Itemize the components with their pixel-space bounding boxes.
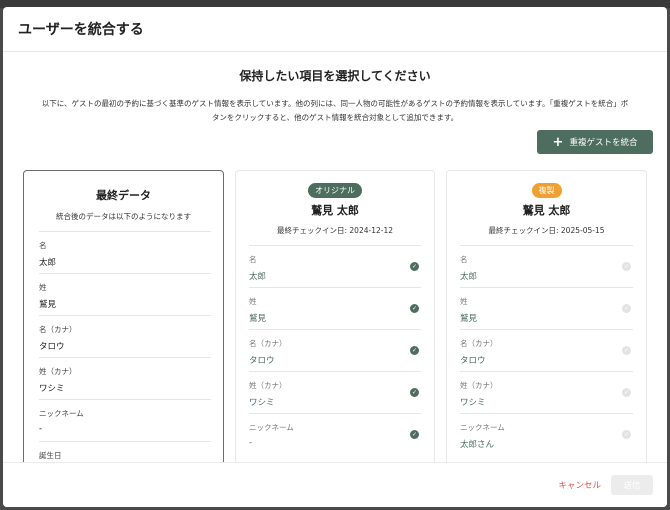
original-guest-name: 鷲見 太郎: [311, 204, 359, 217]
field-label: 姓: [39, 283, 47, 292]
submit-button[interactable]: 送信: [611, 475, 653, 495]
duplicate-column-header: 複製 鷲見 太郎 最終チェックイン日: 2025-05-15: [447, 171, 646, 236]
description: 以下に、ゲストの最初の予約に基づく基準のゲスト情報を表示しています。他の列には、…: [21, 97, 649, 125]
field-value: ワシミ: [39, 384, 65, 394]
original-guest-column: オリジナル 鷲見 太郎 最終チェックイン日: 2024-12-12 名 太郎 ✓…: [235, 170, 435, 462]
columns-container: 最終データ 統合後のデータは以下のようになります 名 太郎 姓 鷲見 名（カナ）…: [23, 170, 667, 462]
check-circle-icon[interactable]: ✓: [410, 304, 419, 313]
description-line-1: 以下に、ゲストの最初の予約に基づく基準のゲスト情報を表示しています。他の列には、…: [41, 99, 629, 108]
field-label: 姓: [460, 297, 468, 306]
merge-button-label: 重複ゲストを統合: [569, 138, 638, 148]
check-circle-icon[interactable]: ✓: [622, 430, 631, 439]
field-label: 姓（カナ）: [460, 381, 498, 390]
field-label: 誕生日: [39, 451, 62, 460]
field-label: 姓（カナ）: [249, 381, 287, 390]
field-label: ニックネーム: [39, 409, 84, 418]
final-field-first-name-kana: 名（カナ） タロウ: [39, 315, 211, 357]
final-field-birthday: 誕生日: [39, 441, 211, 462]
duplicate-field-nickname[interactable]: ニックネーム 太郎さん ✓: [460, 413, 633, 455]
field-label: 名（カナ）: [249, 339, 287, 348]
final-field-first-name: 名 太郎: [39, 231, 211, 273]
final-field-nickname: ニックネーム -: [39, 399, 211, 441]
check-circle-icon[interactable]: ✓: [410, 388, 419, 397]
check-circle-icon[interactable]: ✓: [410, 430, 419, 439]
original-badge: オリジナル: [308, 183, 362, 198]
duplicate-field-first-name-kana[interactable]: 名（カナ） タロウ ✓: [460, 329, 633, 371]
original-column-header: オリジナル 鷲見 太郎 最終チェックイン日: 2024-12-12: [236, 171, 434, 236]
original-field-last-name-kana[interactable]: 姓（カナ） ワシミ ✓: [249, 371, 421, 413]
check-circle-icon[interactable]: ✓: [410, 346, 419, 355]
merge-duplicate-guests-button[interactable]: + 重複ゲストを統合: [537, 130, 653, 154]
field-value: 鷲見: [460, 314, 478, 324]
field-value: 太郎さん: [460, 440, 495, 450]
check-circle-icon[interactable]: ✓: [410, 262, 419, 271]
duplicate-badge: 複製: [531, 183, 562, 198]
field-label: 名: [460, 255, 468, 264]
original-field-nickname[interactable]: ニックネーム - ✓: [249, 413, 421, 455]
final-column-subtitle: 統合後のデータは以下のようになります: [56, 212, 191, 221]
section-title: 保持したい項目を選択してください: [239, 69, 431, 83]
duplicate-guest-name: 鷲見 太郎: [522, 204, 571, 217]
field-value: ワシミ: [249, 398, 275, 408]
field-value: 鷲見: [249, 314, 267, 324]
duplicate-field-last-name[interactable]: 姓 鷲見 ✓: [460, 287, 633, 329]
final-column-title: 最終データ: [96, 189, 151, 202]
plus-icon: +: [552, 134, 564, 150]
field-value: タロウ: [460, 356, 486, 366]
field-label: 名: [39, 241, 47, 250]
cancel-button[interactable]: キャンセル: [558, 479, 601, 491]
check-circle-icon[interactable]: ✓: [622, 346, 631, 355]
check-circle-icon[interactable]: ✓: [622, 262, 631, 271]
modal-title: ユーザーを統合する: [18, 22, 144, 38]
duplicate-guest-column: 複製 鷲見 太郎 最終チェックイン日: 2025-05-15 名 太郎 ✓ 姓 …: [446, 170, 647, 462]
field-label: ニックネーム: [249, 423, 294, 432]
field-label: 姓（カナ）: [39, 367, 77, 376]
field-label: ニックネーム: [460, 423, 505, 432]
modal-header: ユーザーを統合する: [3, 7, 667, 52]
field-value: 鷲見: [39, 300, 57, 310]
field-value: 太郎: [460, 272, 478, 282]
field-label: 名（カナ）: [460, 339, 498, 348]
original-field-last-name[interactable]: 姓 鷲見 ✓: [249, 287, 421, 329]
field-value: -: [249, 438, 253, 448]
field-label: 名: [249, 255, 257, 264]
merge-users-modal: ユーザーを統合する 保持したい項目を選択してください 以下に、ゲストの最初の予約…: [3, 7, 667, 507]
final-field-last-name: 姓 鷲見: [39, 273, 211, 315]
field-value: -: [39, 424, 43, 434]
field-value: 太郎: [39, 258, 57, 268]
duplicate-field-last-name-kana[interactable]: 姓（カナ） ワシミ ✓: [460, 371, 633, 413]
field-label: 姓: [249, 297, 257, 306]
field-value: タロウ: [249, 356, 275, 366]
field-value: ワシミ: [460, 398, 486, 408]
final-column-header: 最終データ 統合後のデータは以下のようになります: [24, 187, 223, 222]
duplicate-last-checkin: 最終チェックイン日: 2025-05-15: [488, 226, 605, 235]
original-field-first-name[interactable]: 名 太郎 ✓: [249, 245, 421, 287]
duplicate-field-first-name[interactable]: 名 太郎 ✓: [460, 245, 633, 287]
check-circle-icon[interactable]: ✓: [622, 304, 631, 313]
final-data-column: 最終データ 統合後のデータは以下のようになります 名 太郎 姓 鷲見 名（カナ）…: [23, 170, 224, 462]
field-label: 名（カナ）: [39, 325, 77, 334]
field-value: タロウ: [39, 342, 65, 352]
field-value: 太郎: [249, 272, 267, 282]
original-field-first-name-kana[interactable]: 名（カナ） タロウ ✓: [249, 329, 421, 371]
modal-body[interactable]: 保持したい項目を選択してください 以下に、ゲストの最初の予約に基づく基準のゲスト…: [3, 52, 667, 462]
original-last-checkin: 最終チェックイン日: 2024-12-12: [277, 226, 393, 235]
modal-footer: キャンセル 送信: [3, 462, 667, 507]
description-line-2: タンをクリックすると、他のゲスト情報を統合対象として追加できます。: [211, 113, 459, 122]
final-field-last-name-kana: 姓（カナ） ワシミ: [39, 357, 211, 399]
check-circle-icon[interactable]: ✓: [622, 388, 631, 397]
